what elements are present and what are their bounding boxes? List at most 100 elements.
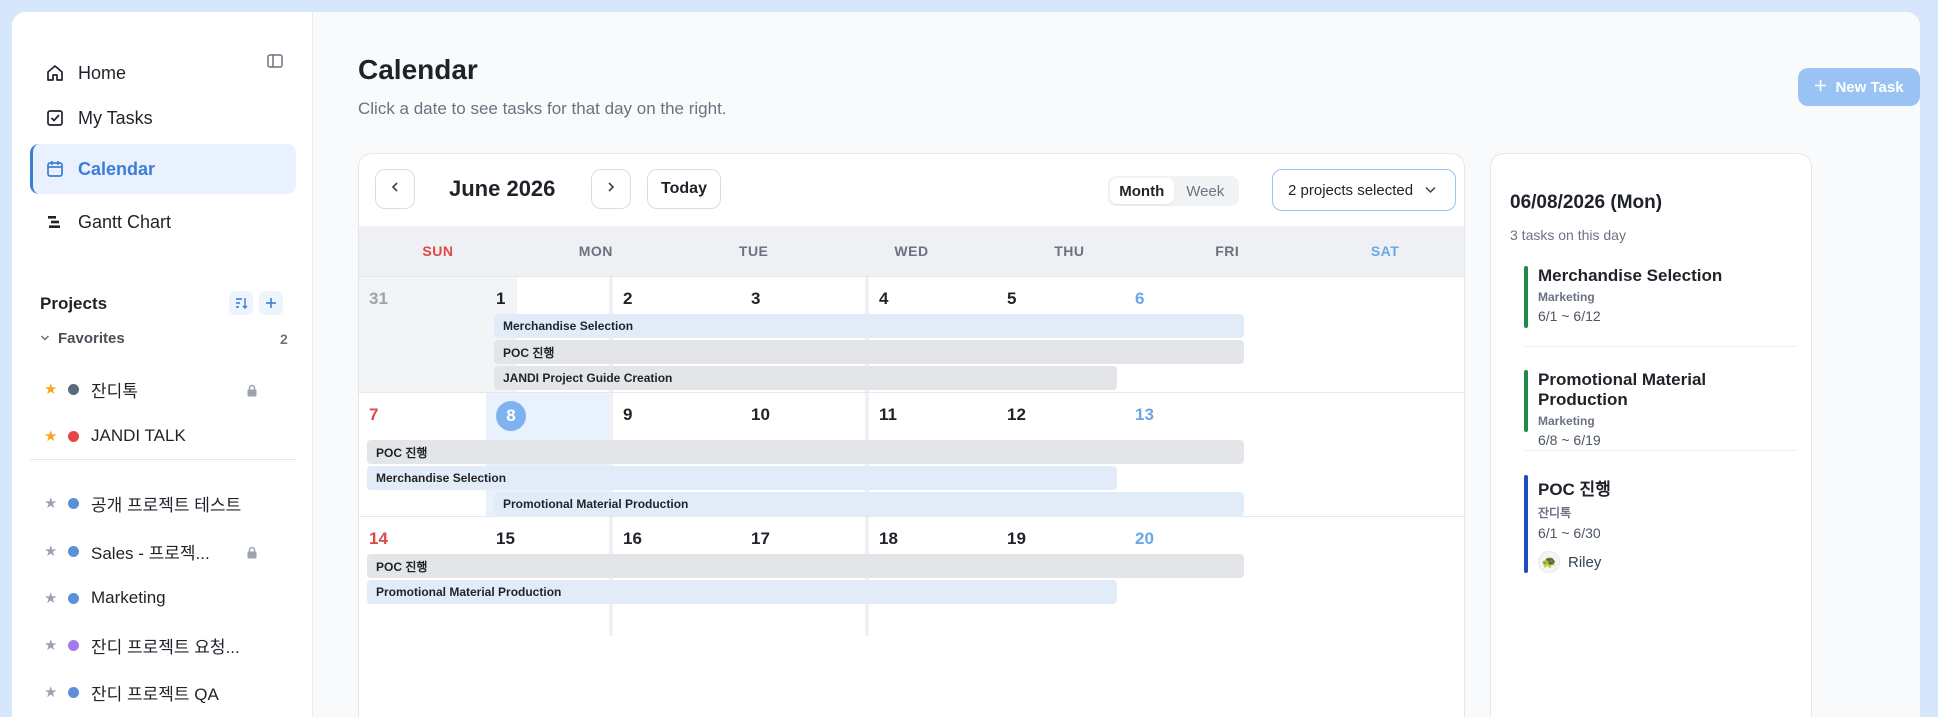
favorite-project-item[interactable]: ★ 잔디톡 — [44, 377, 284, 401]
nav-label-home: Home — [78, 62, 127, 83]
star-filled-icon[interactable]: ★ — [44, 380, 60, 398]
day-number: 15 — [496, 529, 515, 548]
weekday-label: FRI — [1215, 243, 1240, 259]
month-label: June 2026 — [449, 176, 556, 201]
task-project: 잔디톡 — [1538, 506, 1572, 520]
chevron-left-icon — [389, 180, 401, 198]
star-icon[interactable]: ★ — [44, 683, 60, 701]
event-bar[interactable]: Promotional Material Production — [494, 492, 1244, 516]
day-detail-panel: 06/08/2026 (Mon) 3 tasks on this day Mer… — [1490, 153, 1812, 717]
favorites-count: 2 — [280, 331, 288, 347]
project-item[interactable]: ★ Marketing — [44, 586, 284, 610]
weekday-header: SUN MON TUE WED THU FRI SAT — [359, 226, 1464, 276]
project-name: 잔디톡 — [91, 381, 138, 401]
project-color-dot — [68, 497, 79, 509]
page-title: Calendar — [358, 54, 478, 85]
project-actions — [229, 291, 283, 315]
project-item[interactable]: ★ Sales - 프로젝... — [44, 539, 284, 563]
task-accent-bar — [1524, 266, 1528, 328]
sidebar-collapse-icon[interactable] — [266, 52, 286, 72]
avatar: 🐢 — [1538, 551, 1560, 573]
day-number: 12 — [1007, 405, 1026, 424]
day-number: 5 — [1007, 289, 1017, 308]
star-filled-icon[interactable]: ★ — [44, 427, 60, 445]
calendar-week: 31 1 2 3 4 5 6 Merchandise Selection POC… — [359, 276, 1464, 392]
task-dates: 6/1 ~ 6/30 — [1538, 525, 1601, 541]
star-icon[interactable]: ★ — [44, 542, 60, 560]
project-name: Sales - 프로젝... — [91, 543, 210, 563]
day-number: 7 — [369, 405, 379, 424]
panel-date: 06/08/2026 (Mon) — [1510, 192, 1663, 213]
task-divider — [1524, 346, 1797, 347]
new-task-button[interactable]: New Task — [1798, 68, 1920, 106]
prev-month-button[interactable] — [375, 169, 415, 209]
page-subtitle: Click a date to see tasks for that day o… — [358, 99, 727, 118]
view-toggle: Month Week — [1108, 176, 1239, 206]
event-bar[interactable]: POC 진행 — [367, 554, 1244, 578]
event-bar[interactable]: Promotional Material Production — [367, 580, 1117, 604]
day-number: 9 — [623, 405, 633, 424]
day-number: 18 — [879, 529, 898, 548]
view-week-tab[interactable]: Week — [1174, 178, 1238, 204]
day-number: 19 — [1007, 529, 1026, 548]
project-color-dot — [68, 639, 79, 651]
project-color-dot — [68, 430, 79, 442]
calendar-icon — [44, 158, 66, 180]
panel-task-count: 3 tasks on this day — [1510, 227, 1626, 243]
nav-item-calendar[interactable]: Calendar — [30, 144, 296, 194]
sidebar: Home My Tasks Calendar Gantt Chart Proje… — [12, 12, 313, 717]
star-icon[interactable]: ★ — [44, 636, 60, 654]
weekday-label: TUE — [738, 243, 769, 259]
task-card[interactable]: Promotional Material Production Marketin… — [1524, 370, 1797, 448]
add-project-icon[interactable] — [259, 291, 283, 315]
day-number: 3 — [751, 289, 761, 308]
view-month-tab[interactable]: Month — [1110, 178, 1174, 204]
day-number: 31 — [369, 289, 388, 308]
project-item[interactable]: ★ 잔디 프로젝트 요청... — [44, 633, 284, 657]
task-card[interactable]: Merchandise Selection Marketing 6/1 ~ 6/… — [1524, 266, 1797, 328]
project-filter-select[interactable]: 2 projects selected — [1272, 169, 1456, 211]
weekday-label: MON — [578, 243, 613, 259]
event-bar[interactable]: Merchandise Selection — [494, 314, 1244, 338]
nav-item-home[interactable]: Home — [30, 48, 296, 98]
chevron-right-icon — [605, 180, 617, 198]
event-bar[interactable]: JANDI Project Guide Creation — [494, 366, 1117, 390]
today-button[interactable]: Today — [647, 169, 721, 209]
calendar-card: June 2026 Today Month Week 2 projects se… — [358, 153, 1465, 717]
event-bar[interactable]: Merchandise Selection — [367, 466, 1117, 490]
task-dates: 6/1 ~ 6/12 — [1538, 308, 1601, 324]
nav-item-my-tasks[interactable]: My Tasks — [30, 93, 296, 143]
event-bar[interactable]: POC 진행 — [367, 440, 1244, 464]
home-icon — [44, 62, 66, 84]
next-month-button[interactable] — [591, 169, 631, 209]
project-item[interactable]: ★ 잔디 프로젝트 QA — [44, 680, 284, 704]
calendar-week: 7 8 9 10 11 12 13 POC 진행 Merchandise Sel… — [359, 392, 1464, 516]
project-filter-value: 2 projects selected — [1288, 181, 1414, 199]
weekday-label: WED — [894, 243, 929, 259]
favorite-project-item[interactable]: ★ JANDI TALK — [44, 424, 284, 448]
star-icon[interactable]: ★ — [44, 494, 60, 512]
task-accent-bar — [1524, 475, 1528, 573]
project-name: 잔디 프로젝트 요청... — [91, 637, 240, 657]
nav-item-gantt-chart[interactable]: Gantt Chart — [30, 197, 296, 247]
project-item[interactable]: ★ 공개 프로젝트 테스트 — [44, 491, 284, 515]
task-card[interactable]: POC 진행 잔디톡 6/1 ~ 6/30 🐢 Riley — [1524, 475, 1797, 573]
star-icon[interactable]: ★ — [44, 589, 60, 607]
weekday-label: SUN — [422, 243, 454, 259]
nav-label-calendar: Calendar — [78, 158, 156, 179]
nav-label-gantt-chart: Gantt Chart — [78, 211, 172, 232]
sort-icon[interactable] — [229, 291, 253, 315]
event-bar[interactable]: POC 진행 — [494, 340, 1244, 364]
projects-heading: Projects — [40, 294, 108, 313]
lock-icon — [246, 382, 258, 402]
favorites-toggle[interactable]: Favorites — [40, 330, 125, 347]
day-number: 11 — [879, 405, 897, 424]
gantt-icon — [44, 211, 66, 233]
selected-day-number: 8 — [496, 401, 526, 431]
app-window: Home My Tasks Calendar Gantt Chart Proje… — [12, 12, 1920, 717]
chevron-down-icon — [1424, 183, 1437, 200]
main-content: Calendar Click a date to see tasks for t… — [313, 12, 1920, 717]
day-number: 2 — [623, 289, 633, 308]
task-title: Merchandise Selection — [1538, 266, 1723, 285]
nav-label-my-tasks: My Tasks — [78, 107, 153, 128]
